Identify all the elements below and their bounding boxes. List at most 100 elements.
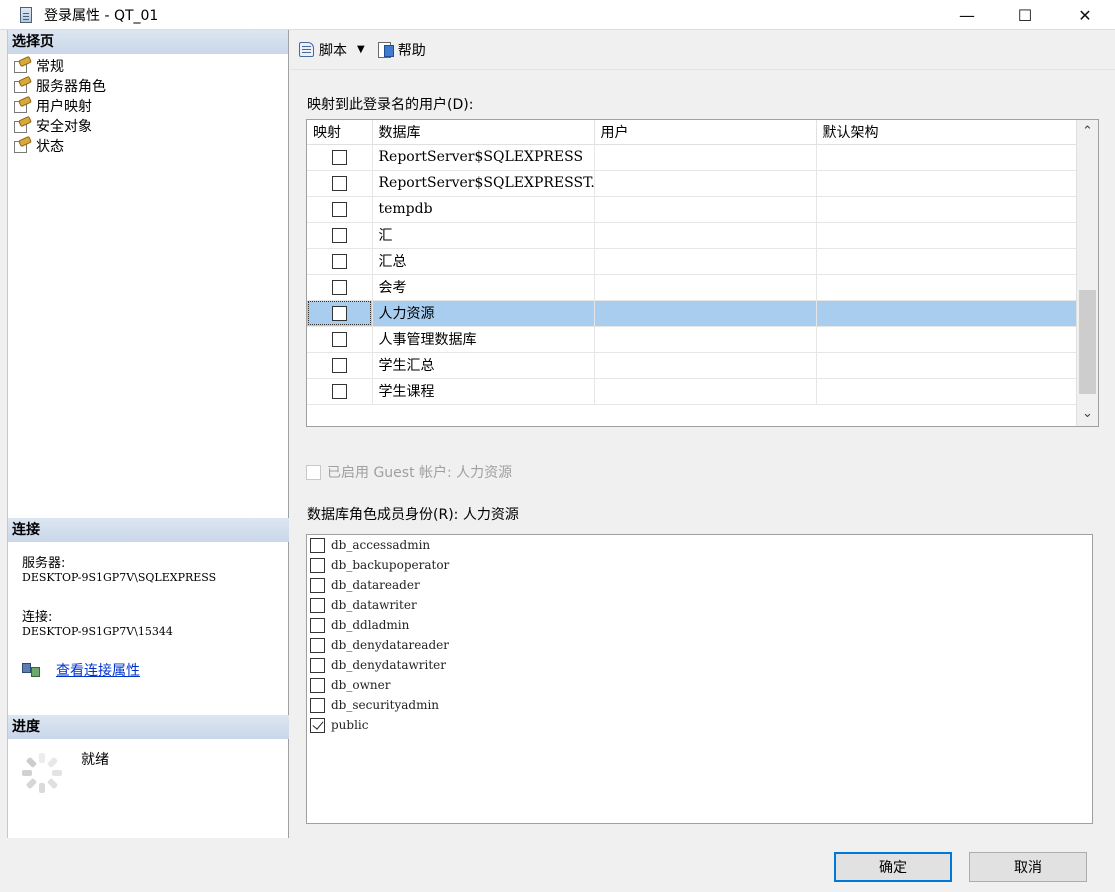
script-button[interactable]: 脚本 ▼ [298,40,369,60]
table-row[interactable]: 人事管理数据库 [307,326,1077,353]
table-row[interactable]: 汇 [307,222,1077,249]
user-cell[interactable] [594,248,817,275]
map-checkbox[interactable] [331,305,347,321]
table-row[interactable]: 人力资源 [307,300,1077,327]
maximize-button[interactable]: ☐ [1002,0,1048,30]
connection-label: 连接: [22,610,53,625]
database-cell: 人力资源 [372,300,595,327]
map-checkbox-cell[interactable] [307,144,373,171]
default-schema-cell[interactable] [816,144,1077,171]
table-row[interactable]: tempdb [307,196,1077,223]
default-schema-cell[interactable] [816,300,1077,327]
cancel-button[interactable]: 取消 [969,852,1087,882]
map-checkbox[interactable] [331,279,347,295]
user-cell[interactable] [594,144,817,171]
window-app-icon [20,6,32,23]
list-item[interactable]: db_owner [307,675,1092,695]
map-checkbox-cell[interactable] [307,274,373,301]
scrollbar-thumb[interactable] [1079,290,1096,394]
default-schema-cell[interactable] [816,248,1077,275]
list-item[interactable]: db_ddladmin [307,615,1092,635]
map-checkbox[interactable] [331,383,347,399]
default-schema-cell[interactable] [816,196,1077,223]
role-checkbox[interactable] [310,677,325,693]
map-checkbox-cell[interactable] [307,196,373,223]
list-item[interactable]: db_accessadmin [307,535,1092,555]
grid-column-header[interactable]: 数据库 [372,120,595,145]
user-cell[interactable] [594,352,817,379]
map-checkbox[interactable] [331,227,347,243]
map-checkbox-cell[interactable] [307,222,373,249]
scroll-down-icon[interactable]: ⌄ [1077,402,1098,426]
list-item[interactable]: db_datawriter [307,595,1092,615]
role-checkbox[interactable] [310,597,325,613]
grid-vertical-scrollbar[interactable]: ⌃ ⌄ [1076,120,1098,426]
table-row[interactable]: 会考 [307,274,1077,301]
grid-column-header[interactable]: 默认架构 [816,120,1077,145]
view-connection-properties-link[interactable]: 查看连接属性 [56,660,140,680]
user-cell[interactable] [594,326,817,353]
page-wrench-icon [14,115,32,134]
default-schema-cell[interactable] [816,378,1077,405]
map-checkbox-cell[interactable] [307,248,373,275]
role-checkbox[interactable] [310,577,325,593]
default-schema-cell[interactable] [816,352,1077,379]
map-checkbox-cell[interactable] [307,300,373,327]
default-schema-cell[interactable] [816,170,1077,197]
role-checkbox[interactable] [310,637,325,653]
user-cell[interactable] [594,274,817,301]
table-row[interactable]: ReportServer$SQLEXPRESST... [307,170,1077,197]
role-checkbox[interactable] [310,537,325,553]
map-checkbox[interactable] [331,149,347,165]
page-item[interactable]: 服务器角色 [14,75,288,96]
user-cell[interactable] [594,170,817,197]
role-checkbox[interactable] [310,557,325,573]
list-item[interactable]: db_denydatawriter [307,655,1092,675]
role-name: db_owner [331,678,391,692]
default-schema-cell[interactable] [816,222,1077,249]
view-connection-properties[interactable]: 查看连接属性 [22,660,289,680]
role-name: public [331,718,369,732]
list-item[interactable]: db_securityadmin [307,695,1092,715]
default-schema-cell[interactable] [816,326,1077,353]
map-checkbox[interactable] [331,253,347,269]
page-item[interactable]: 状态 [14,135,288,156]
table-row[interactable]: ReportServer$SQLEXPRESS [307,144,1077,171]
user-cell[interactable] [594,378,817,405]
map-checkbox-cell[interactable] [307,378,373,405]
role-checkbox[interactable] [310,697,325,713]
default-schema-cell[interactable] [816,274,1077,301]
help-button[interactable]: 帮助 [377,40,426,60]
list-item[interactable]: db_backupoperator [307,555,1092,575]
progress-section: 进度 就绪 [8,715,289,839]
table-row[interactable]: 学生汇总 [307,352,1077,379]
map-checkbox[interactable] [331,331,347,347]
map-checkbox[interactable] [331,175,347,191]
role-checkbox[interactable] [310,657,325,673]
page-item[interactable]: 安全对象 [14,115,288,136]
page-item[interactable]: 用户映射 [14,95,288,116]
user-cell[interactable] [594,300,817,327]
user-cell[interactable] [594,222,817,249]
minimize-button[interactable]: — [944,0,990,30]
page-item[interactable]: 常规 [14,55,288,76]
map-checkbox[interactable] [331,201,347,217]
map-checkbox-cell[interactable] [307,326,373,353]
map-checkbox-cell[interactable] [307,352,373,379]
close-button[interactable]: ✕ [1062,0,1108,30]
map-checkbox-cell[interactable] [307,170,373,197]
table-row[interactable]: 汇总 [307,248,1077,275]
grid-column-header[interactable]: 用户 [594,120,817,145]
scroll-up-icon[interactable]: ⌃ [1077,120,1098,144]
list-item[interactable]: db_datareader [307,575,1092,595]
chevron-down-icon[interactable]: ▼ [357,44,365,55]
role-checkbox[interactable] [310,717,325,733]
table-row[interactable]: 学生课程 [307,378,1077,405]
role-checkbox[interactable] [310,617,325,633]
list-item[interactable]: db_denydatareader [307,635,1092,655]
grid-column-header[interactable]: 映射 [307,120,373,145]
user-cell[interactable] [594,196,817,223]
map-checkbox[interactable] [331,357,347,373]
list-item[interactable]: public [307,715,1092,735]
ok-button[interactable]: 确定 [834,852,952,882]
